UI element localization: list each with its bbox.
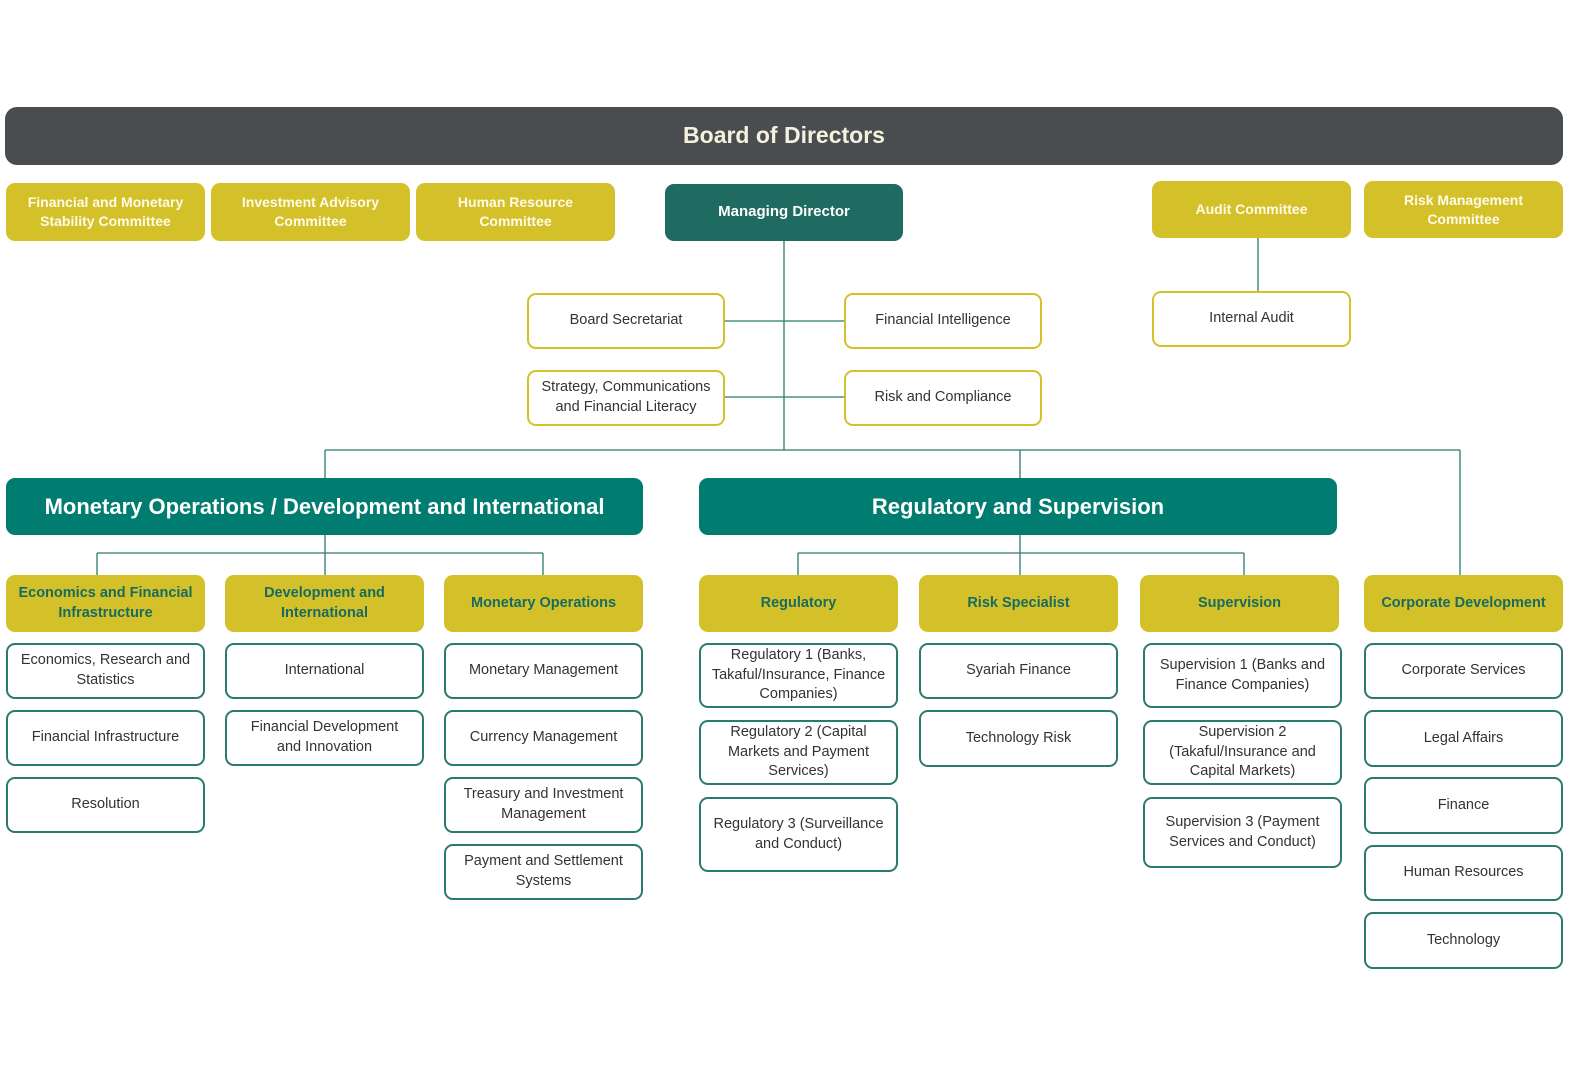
department-unit: Currency Management	[444, 710, 643, 766]
department-unit: International	[225, 643, 424, 699]
md-unit: Board Secretariat	[527, 293, 725, 349]
department-unit: Technology Risk	[919, 710, 1118, 767]
committee-box: Investment Advisory Committee	[211, 183, 410, 241]
committee-box: Financial and Monetary Stability Committ…	[6, 183, 205, 241]
board-of-directors: Board of Directors	[5, 107, 1563, 165]
department-header: Economics and Financial Infrastructure	[6, 575, 205, 632]
md-unit: Strategy, Communications and Financial L…	[527, 370, 725, 426]
department-unit: Human Resources	[1364, 845, 1563, 901]
section-header: Monetary Operations / Development and In…	[6, 478, 643, 535]
department-header: Development and International	[225, 575, 424, 632]
section-header: Regulatory and Supervision	[699, 478, 1337, 535]
department-unit: Regulatory 1 (Banks, Takaful/Insurance, …	[699, 643, 898, 708]
department-header: Supervision	[1140, 575, 1339, 632]
department-unit: Supervision 1 (Banks and Finance Compani…	[1143, 643, 1342, 708]
department-unit: Monetary Management	[444, 643, 643, 699]
committee-box: Human Resource Committee	[416, 183, 615, 241]
department-unit: Economics, Research and Statistics	[6, 643, 205, 699]
department-header: Monetary Operations	[444, 575, 643, 632]
department-unit: Technology	[1364, 912, 1563, 969]
md-unit: Financial Intelligence	[844, 293, 1042, 349]
committee-box: Risk Management Committee	[1364, 181, 1563, 238]
department-unit: Supervision 3 (Payment Services and Cond…	[1143, 797, 1342, 868]
department-unit: Treasury and Investment Management	[444, 777, 643, 833]
department-unit: Corporate Services	[1364, 643, 1563, 699]
department-unit: Financial Development and Innovation	[225, 710, 424, 766]
department-unit: Resolution	[6, 777, 205, 833]
department-header: Corporate Development	[1364, 575, 1563, 632]
committee-box: Audit Committee	[1152, 181, 1351, 238]
department-unit: Regulatory 3 (Surveillance and Conduct)	[699, 797, 898, 872]
department-header: Risk Specialist	[919, 575, 1118, 632]
department-unit: Supervision 2 (Takaful/Insurance and Cap…	[1143, 720, 1342, 785]
managing-director: Managing Director	[665, 184, 903, 241]
internal-audit: Internal Audit	[1152, 291, 1351, 347]
department-unit: Finance	[1364, 777, 1563, 834]
department-header: Regulatory	[699, 575, 898, 632]
department-unit: Syariah Finance	[919, 643, 1118, 699]
department-unit: Payment and Settlement Systems	[444, 844, 643, 900]
md-unit: Risk and Compliance	[844, 370, 1042, 426]
department-unit: Financial Infrastructure	[6, 710, 205, 766]
department-unit: Legal Affairs	[1364, 710, 1563, 767]
department-unit: Regulatory 2 (Capital Markets and Paymen…	[699, 720, 898, 785]
